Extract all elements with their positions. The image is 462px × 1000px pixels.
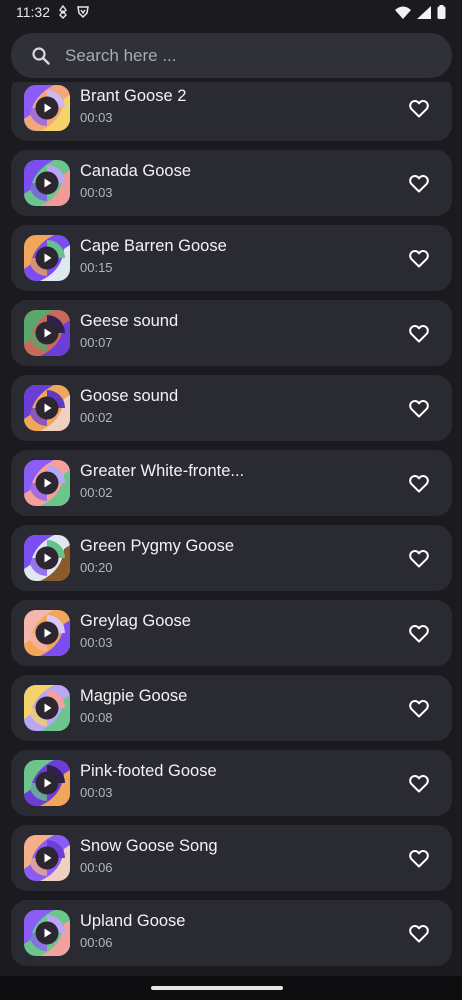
wifi-icon bbox=[395, 6, 411, 19]
heart-icon[interactable] bbox=[407, 471, 431, 495]
heart-icon[interactable] bbox=[407, 696, 431, 720]
sound-list-item[interactable]: Upland Goose 00:06 bbox=[11, 900, 452, 966]
heart-icon[interactable] bbox=[407, 321, 431, 345]
sound-title: Geese sound bbox=[80, 312, 179, 330]
battery-icon bbox=[437, 5, 446, 19]
album-art[interactable] bbox=[24, 835, 70, 881]
sound-duration: 00:20 bbox=[80, 560, 113, 575]
album-art[interactable] bbox=[24, 235, 70, 281]
heart-icon[interactable] bbox=[407, 96, 431, 120]
heart-icon[interactable] bbox=[407, 621, 431, 645]
sound-duration: 00:03 bbox=[80, 635, 113, 650]
shield-icon bbox=[76, 5, 90, 19]
heart-icon[interactable] bbox=[407, 921, 431, 945]
sound-duration: 00:06 bbox=[80, 860, 113, 875]
sound-title: Canada Goose bbox=[80, 162, 191, 180]
album-art[interactable] bbox=[24, 160, 70, 206]
heart-icon[interactable] bbox=[407, 771, 431, 795]
sound-title: Magpie Goose bbox=[80, 687, 188, 705]
sound-title: Green Pygmy Goose bbox=[80, 537, 235, 555]
sound-duration: 00:03 bbox=[80, 785, 113, 800]
sound-duration: 00:02 bbox=[80, 410, 113, 425]
album-art[interactable] bbox=[24, 910, 70, 956]
heart-icon[interactable] bbox=[407, 396, 431, 420]
sound-duration: 00:03 bbox=[80, 185, 113, 200]
sound-list-item[interactable]: Snow Goose Song 00:06 bbox=[11, 825, 452, 891]
sound-duration: 00:03 bbox=[80, 110, 113, 125]
sound-duration: 00:15 bbox=[80, 260, 113, 275]
sound-title: Greylag Goose bbox=[80, 612, 191, 630]
sound-title: Brant Goose 2 bbox=[80, 87, 187, 105]
sound-title: Greater White-fronte... bbox=[80, 462, 245, 480]
search-icon bbox=[32, 46, 50, 65]
navigation-bar bbox=[0, 976, 462, 1000]
album-art[interactable] bbox=[24, 310, 70, 356]
sound-duration: 00:07 bbox=[80, 335, 113, 350]
sound-title: Cape Barren Goose bbox=[80, 237, 227, 255]
album-art[interactable] bbox=[24, 385, 70, 431]
album-art[interactable] bbox=[24, 610, 70, 656]
heart-icon[interactable] bbox=[407, 846, 431, 870]
album-art[interactable] bbox=[24, 85, 70, 131]
search-input[interactable] bbox=[65, 45, 395, 66]
search-bar[interactable] bbox=[11, 33, 452, 78]
sound-title: Upland Goose bbox=[80, 912, 186, 930]
heart-icon[interactable] bbox=[407, 546, 431, 570]
sound-list-item[interactable]: Pink-footed Goose 00:03 bbox=[11, 750, 452, 816]
sound-title: Goose sound bbox=[80, 387, 179, 405]
sound-duration: 00:06 bbox=[80, 935, 113, 950]
album-art[interactable] bbox=[24, 760, 70, 806]
sound-list: Brant Goose 2 00:03 Canada Goose 00:03 Cape … bbox=[0, 82, 462, 975]
album-art[interactable] bbox=[24, 685, 70, 731]
sound-list-item[interactable]: Brant Goose 2 00:03 bbox=[11, 82, 452, 141]
sound-list-item[interactable]: Goose sound 00:02 bbox=[11, 375, 452, 441]
sound-duration: 00:02 bbox=[80, 485, 113, 500]
sound-title: Snow Goose Song bbox=[80, 837, 218, 855]
status-time: 11:32 bbox=[16, 4, 50, 20]
status-bar: 11:32 bbox=[0, 0, 462, 24]
sound-list-item[interactable]: Green Pygmy Goose 00:20 bbox=[11, 525, 452, 591]
sound-list-item[interactable]: Magpie Goose 00:08 bbox=[11, 675, 452, 741]
sound-list-item[interactable]: Cape Barren Goose 00:15 bbox=[11, 225, 452, 291]
sound-title: Pink-footed Goose bbox=[80, 762, 217, 780]
sound-list-item[interactable]: Canada Goose 00:03 bbox=[11, 150, 452, 216]
sound-list-item[interactable]: Geese sound 00:07 bbox=[11, 300, 452, 366]
heart-icon[interactable] bbox=[407, 171, 431, 195]
sound-duration: 00:08 bbox=[80, 710, 113, 725]
signal-icon bbox=[417, 5, 431, 19]
sound-list-item[interactable]: Greylag Goose 00:03 bbox=[11, 600, 452, 666]
album-art[interactable] bbox=[24, 535, 70, 581]
sound-list-item[interactable]: Greater White-fronte... 00:02 bbox=[11, 450, 452, 516]
heart-icon[interactable] bbox=[407, 246, 431, 270]
vpn-icon bbox=[58, 5, 68, 19]
home-gesture-handle[interactable] bbox=[151, 986, 283, 990]
album-art[interactable] bbox=[24, 460, 70, 506]
